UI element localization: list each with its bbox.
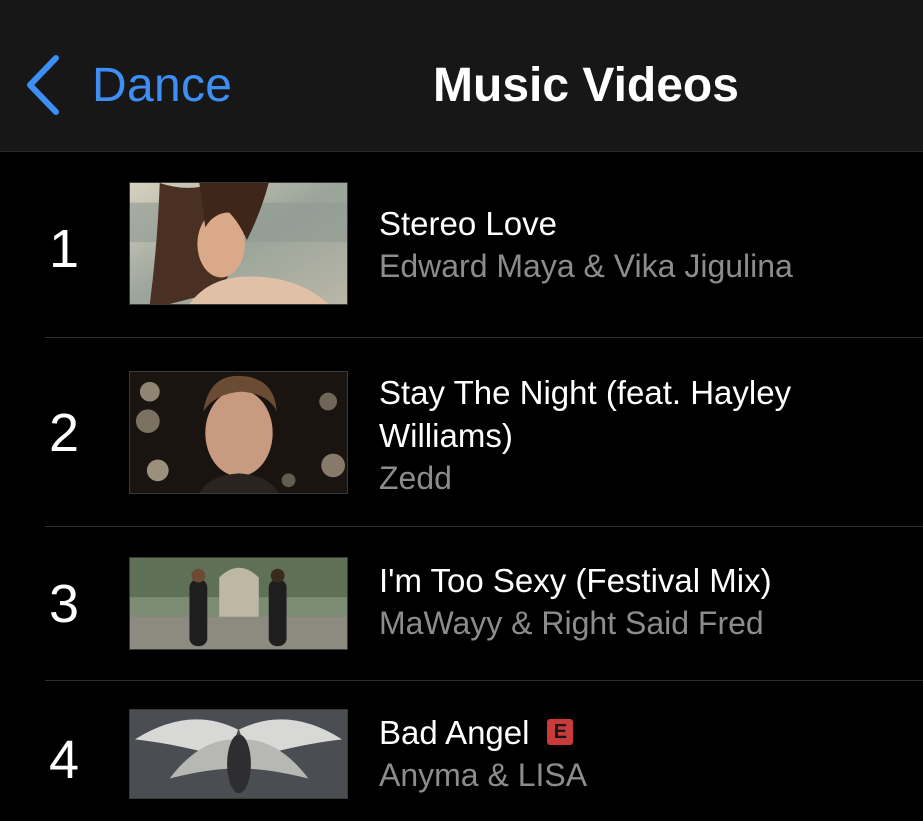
video-info: Stay The Night (feat. Hayley Williams) Z… <box>379 371 899 500</box>
video-thumbnail[interactable] <box>129 557 348 650</box>
rank-number: 4 <box>48 730 80 790</box>
rank-number: 3 <box>48 574 80 634</box>
video-title-text: Bad Angel <box>379 714 530 751</box>
video-title: Stay The Night (feat. Hayley Williams) <box>379 374 792 454</box>
video-info: I'm Too Sexy (Festival Mix) MaWayy & Rig… <box>379 559 899 645</box>
video-title: I'm Too Sexy (Festival Mix) <box>379 562 772 599</box>
list-item[interactable]: 3 I'm Too Sexy (Festival Mix) MaWayy & R… <box>0 527 923 681</box>
video-title: Bad Angel E <box>379 711 899 754</box>
rank-number: 2 <box>48 403 80 463</box>
chevron-left-icon <box>27 55 59 115</box>
video-info: Stereo Love Edward Maya & Vika Jigulina <box>379 202 899 288</box>
list-item[interactable]: 4 Bad Angel E Anyma & LISA <box>0 681 923 821</box>
video-artist: Anyma & LISA <box>379 757 588 793</box>
video-artist: MaWayy & Right Said Fred <box>379 605 764 641</box>
explicit-badge: E <box>547 719 574 745</box>
video-info: Bad Angel E Anyma & LISA <box>379 711 899 797</box>
video-thumbnail[interactable] <box>129 709 348 799</box>
video-thumbnail[interactable] <box>129 371 348 494</box>
rank-number: 1 <box>48 219 80 279</box>
video-thumbnail[interactable] <box>129 182 348 305</box>
back-button[interactable]: Dance <box>22 52 232 118</box>
list-item[interactable]: 1 Stereo Love Edward Maya & Vika Jigulin… <box>0 152 923 338</box>
navigation-bar: Dance Music Videos <box>0 0 923 152</box>
video-artist: Edward Maya & Vika Jigulina <box>379 248 793 284</box>
video-artist: Zedd <box>379 460 452 496</box>
list-item[interactable]: 2 Stay The Night (feat. Hayley Williams)… <box>0 338 923 527</box>
video-title: Stereo Love <box>379 205 557 242</box>
back-button-label: Dance <box>92 58 233 112</box>
